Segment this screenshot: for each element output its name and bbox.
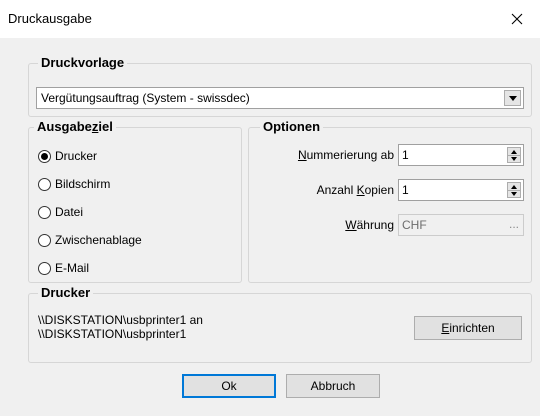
kopien-stepper[interactable]: 1 [398, 179, 524, 201]
radio-email[interactable]: E-Mail [38, 259, 89, 277]
radio-label: E-Mail [55, 261, 90, 275]
radio-bildschirm[interactable]: Bildschirm [38, 175, 110, 193]
radio-button[interactable] [38, 233, 51, 247]
radio-label: Datei [55, 205, 84, 219]
ausgabeziel-legend: Ausgabeziel [34, 119, 116, 134]
template-select[interactable]: Vergütungsauftrag (System - swissdec) [36, 87, 524, 109]
druckvorlage-legend: Druckvorlage [38, 55, 128, 70]
template-dropdown-button[interactable] [504, 90, 521, 106]
radio-label: Drucker [55, 149, 98, 163]
printer-line-1: \\DISKSTATION\usbprinter1 an [38, 313, 203, 327]
cancel-button[interactable]: Abbruch [286, 374, 380, 398]
arrow-up-icon [511, 184, 517, 189]
title-bar: Druckausgabe [0, 0, 540, 38]
drucker-legend: Drucker [38, 285, 94, 300]
radio-drucker[interactable]: Drucker [38, 147, 97, 165]
waehrung-value: CHF [402, 218, 427, 232]
radio-selected-dot [41, 152, 48, 160]
waehrung-field: CHF ... [398, 214, 524, 236]
radio-button[interactable] [38, 149, 51, 163]
nummerierung-stepper[interactable]: 1 [398, 144, 524, 166]
template-select-value: Vergütungsauftrag (System - swissdec) [41, 91, 250, 105]
optionen-legend: Optionen [260, 119, 324, 134]
einrichten-button[interactable]: Einrichten [414, 316, 522, 340]
arrow-down-icon [511, 192, 517, 196]
chevron-down-icon [508, 95, 517, 101]
nummerierung-spin-buttons[interactable] [507, 147, 521, 163]
print-dialog: Druckausgabe Druckvorlage Vergütungsauft… [0, 0, 540, 416]
radio-label: Bildschirm [55, 177, 111, 191]
nummerierung-label: Nummerierung ab [297, 148, 394, 162]
kopien-value[interactable]: 1 [402, 183, 409, 197]
close-button[interactable] [494, 0, 540, 38]
radio-label: Zwischenablage [55, 233, 142, 247]
printer-description: \\DISKSTATION\usbprinter1 an \\DISKSTATI… [38, 313, 203, 341]
arrow-up-icon [511, 149, 517, 154]
spin-up-button[interactable] [508, 183, 520, 190]
spin-down-button[interactable] [508, 190, 520, 197]
radio-button[interactable] [38, 177, 51, 191]
printer-line-2: \\DISKSTATION\usbprinter1 [38, 327, 187, 341]
radio-button[interactable] [38, 205, 51, 219]
nummerierung-value[interactable]: 1 [402, 148, 409, 162]
window-title: Druckausgabe [8, 11, 92, 26]
kopien-spin-buttons[interactable] [507, 182, 521, 198]
radio-datei[interactable]: Datei [38, 203, 83, 221]
spin-down-button[interactable] [508, 155, 520, 162]
ok-button[interactable]: Ok [182, 374, 276, 398]
close-icon [511, 13, 523, 25]
waehrung-browse-button: ... [508, 217, 519, 231]
radio-zwischenablage[interactable]: Zwischenablage [38, 231, 142, 249]
kopien-label: Anzahl Kopien [316, 183, 394, 197]
waehrung-label: Währung [345, 218, 394, 232]
arrow-down-icon [511, 157, 517, 161]
radio-button[interactable] [38, 261, 51, 275]
spin-up-button[interactable] [508, 148, 520, 155]
